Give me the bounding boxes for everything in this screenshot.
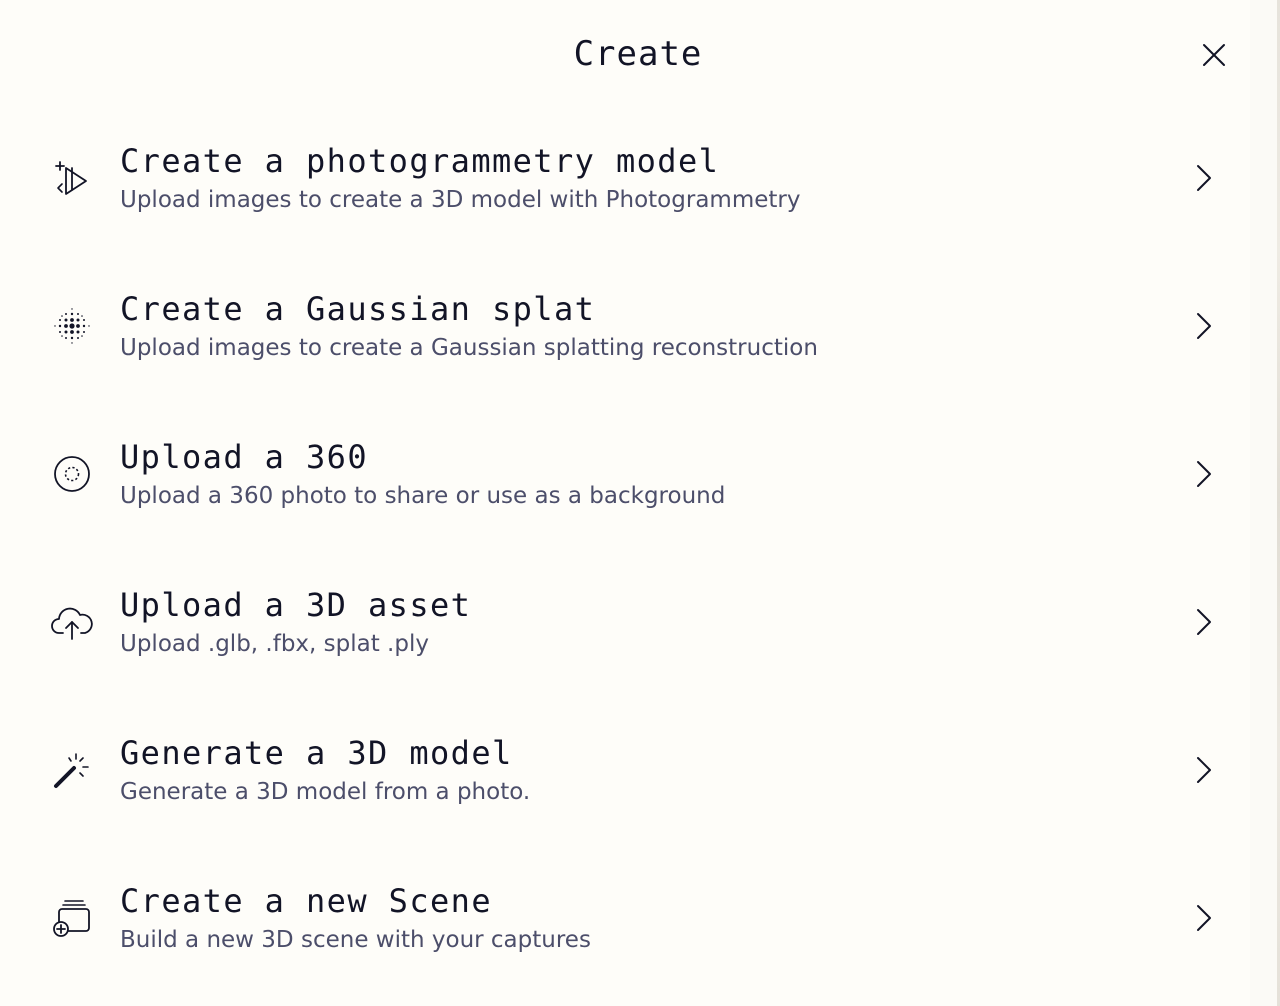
option-upload-3d-asset[interactable]: Upload a 3D asset Upload .glb, .fbx, spl… (0, 548, 1250, 696)
chevron-right-icon (1188, 306, 1220, 346)
option-upload-360[interactable]: Upload a 360 Upload a 360 photo to share… (0, 400, 1250, 548)
magic-wand-icon (48, 746, 96, 794)
background-edge (1250, 0, 1280, 1006)
option-photogrammetry-model[interactable]: Create a photogrammetry model Upload ima… (0, 104, 1250, 252)
chevron-right-icon (1188, 602, 1220, 642)
option-description: Upload a 360 photo to share or use as a … (120, 483, 726, 509)
option-title: Create a Gaussian splat (120, 290, 596, 328)
create-dialog: Create Create a photogrammetry model Upl… (0, 0, 1250, 1006)
cloud-upload-icon (48, 598, 96, 646)
option-description: Upload images to create a Gaussian splat… (120, 335, 818, 361)
chevron-right-icon (1188, 750, 1220, 790)
option-title: Create a photogrammetry model (120, 142, 720, 180)
dialog-title: Create (573, 34, 703, 74)
chevron-right-icon (1188, 158, 1220, 198)
option-title: Upload a 360 (120, 438, 368, 476)
close-button[interactable] (1194, 35, 1234, 75)
close-icon (1201, 42, 1227, 68)
option-description: Upload .glb, .fbx, splat .ply (120, 631, 429, 657)
option-description: Generate a 3D model from a photo. (120, 779, 531, 805)
option-title: Upload a 3D asset (120, 586, 472, 624)
option-title: Create a new Scene (120, 882, 492, 920)
photogrammetry-icon (48, 154, 96, 202)
option-gaussian-splat[interactable]: Create a Gaussian splat Upload images to… (0, 252, 1250, 400)
new-scene-icon (48, 894, 96, 942)
option-description: Build a new 3D scene with your captures (120, 927, 591, 953)
option-description: Upload images to create a 3D model with … (120, 187, 801, 213)
option-title: Generate a 3D model (120, 734, 513, 772)
chevron-right-icon (1188, 898, 1220, 938)
gaussian-splat-icon (48, 302, 96, 350)
option-create-new-scene[interactable]: Create a new Scene Build a new 3D scene … (0, 844, 1250, 992)
chevron-right-icon (1188, 454, 1220, 494)
option-generate-3d-model[interactable]: Generate a 3D model Generate a 3D model … (0, 696, 1250, 844)
create-options-list: Create a photogrammetry model Upload ima… (0, 104, 1250, 992)
panorama-360-icon (48, 450, 96, 498)
